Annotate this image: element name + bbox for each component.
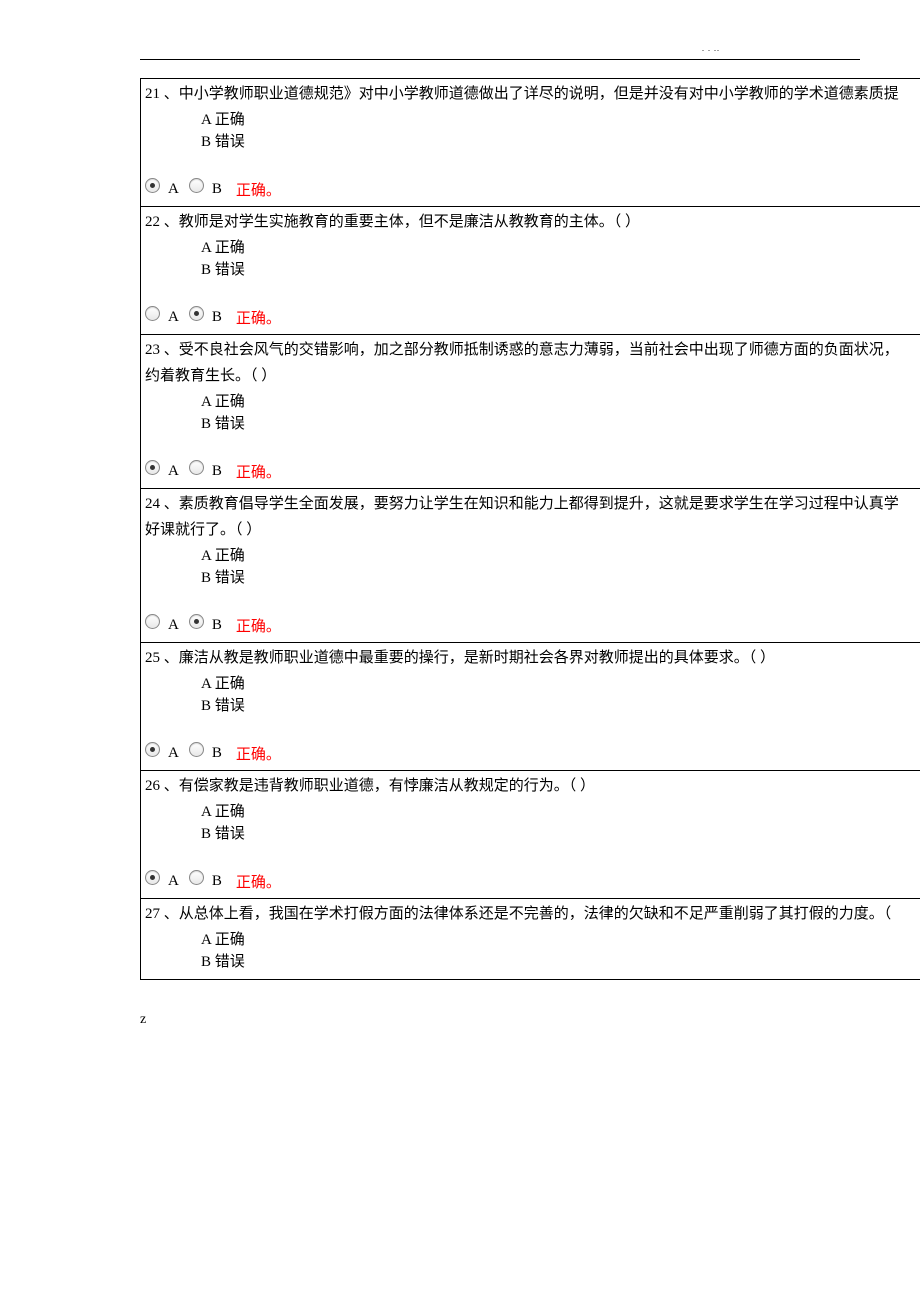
question: 21 、中小学教师职业道德规范》对中小学教师道德做出了详尽的说明，但是并没有对中… — [141, 79, 920, 207]
radio-b[interactable] — [189, 870, 204, 885]
option-b: B 错误 — [201, 131, 916, 153]
header-dots: . . .. — [702, 44, 720, 53]
footer-mark: z — [140, 1012, 920, 1028]
question-list: 21 、中小学教师职业道德规范》对中小学教师道德做出了详尽的说明，但是并没有对中… — [140, 78, 920, 980]
radio-a-label: A — [168, 745, 179, 762]
correct-text: 正确。 — [236, 871, 281, 892]
radio-b[interactable] — [189, 306, 204, 321]
question-stem: 22 、教师是对学生实施教育的重要主体，但不是廉洁从教教育的主体。（ ） — [145, 211, 916, 233]
question: 25 、廉洁从教是教师职业道德中最重要的操行，是新时期社会各界对教师提出的具体要… — [141, 643, 920, 771]
radio-b[interactable] — [189, 178, 204, 193]
question-stem: 26 、有偿家教是违背教师职业道德，有悖廉洁从教规定的行为。（ ） — [145, 775, 916, 797]
radio-a-label: A — [168, 181, 179, 198]
option-b: B 错误 — [201, 951, 916, 973]
correct-text: 正确。 — [236, 461, 281, 482]
question-stem: 25 、廉洁从教是教师职业道德中最重要的操行，是新时期社会各界对教师提出的具体要… — [145, 647, 916, 669]
options: A 正确B 错误 — [201, 109, 916, 153]
header-area: . . .. — [140, 58, 860, 60]
question-stem: 21 、中小学教师职业道德规范》对中小学教师道德做出了详尽的说明，但是并没有对中… — [145, 83, 916, 105]
question-stem: 24 、素质教育倡导学生全面发展，要努力让学生在知识和能力上都得到提升，这就是要… — [145, 493, 916, 515]
radio-b[interactable] — [189, 614, 204, 629]
radio-a[interactable] — [145, 460, 160, 475]
radio-a[interactable] — [145, 614, 160, 629]
radio-a-label: A — [168, 617, 179, 634]
page: . . .. 21 、中小学教师职业道德规范》对中小学教师道德做出了详尽的说明，… — [0, 0, 920, 1088]
option-b: B 错误 — [201, 823, 916, 845]
option-a: A 正确 — [201, 673, 916, 695]
option-a: A 正确 — [201, 545, 916, 567]
option-a: A 正确 — [201, 391, 916, 413]
answer-row: A B 正确。 — [145, 615, 916, 636]
question: 23 、受不良社会风气的交错影响，加之部分教师抵制诱惑的意志力薄弱，当前社会中出… — [141, 335, 920, 489]
radio-a[interactable] — [145, 870, 160, 885]
header-rule — [140, 58, 860, 60]
correct-text: 正确。 — [236, 743, 281, 764]
options: A 正确B 错误 — [201, 801, 916, 845]
question-stem: 23 、受不良社会风气的交错影响，加之部分教师抵制诱惑的意志力薄弱，当前社会中出… — [145, 339, 916, 361]
answer-row: A B 正确。 — [145, 743, 916, 764]
question-stem-cont: 好课就行了。（ ） — [145, 519, 916, 541]
options: A 正确B 错误 — [201, 673, 916, 717]
radio-b-label: B — [212, 745, 222, 762]
radio-b-label: B — [212, 873, 222, 890]
radio-b-label: B — [212, 309, 222, 326]
correct-text: 正确。 — [236, 179, 281, 200]
answer-row: A B 正确。 — [145, 871, 916, 892]
answer-row: A B 正确。 — [145, 461, 916, 482]
options: A 正确B 错误 — [201, 545, 916, 589]
option-b: B 错误 — [201, 259, 916, 281]
option-b: B 错误 — [201, 695, 916, 717]
option-b: B 错误 — [201, 413, 916, 435]
radio-a[interactable] — [145, 178, 160, 193]
radio-b-label: B — [212, 617, 222, 634]
radio-a-label: A — [168, 463, 179, 480]
question: 24 、素质教育倡导学生全面发展，要努力让学生在知识和能力上都得到提升，这就是要… — [141, 489, 920, 643]
question: 22 、教师是对学生实施教育的重要主体，但不是廉洁从教教育的主体。（ ） A 正确… — [141, 207, 920, 335]
correct-text: 正确。 — [236, 615, 281, 636]
option-a: A 正确 — [201, 109, 916, 131]
question: 27 、从总体上看，我国在学术打假方面的法律体系还是不完善的，法律的欠缺和不足严… — [141, 899, 920, 979]
radio-b-label: B — [212, 181, 222, 198]
radio-a[interactable] — [145, 306, 160, 321]
option-a: A 正确 — [201, 237, 916, 259]
radio-b[interactable] — [189, 742, 204, 757]
question-stem: 27 、从总体上看，我国在学术打假方面的法律体系还是不完善的，法律的欠缺和不足严… — [145, 903, 916, 925]
radio-a-label: A — [168, 309, 179, 326]
option-a: A 正确 — [201, 801, 916, 823]
answer-row: A B 正确。 — [145, 307, 916, 328]
radio-a[interactable] — [145, 742, 160, 757]
option-b: B 错误 — [201, 567, 916, 589]
question: 26 、有偿家教是违背教师职业道德，有悖廉洁从教规定的行为。（ ） A 正确B 错… — [141, 771, 920, 899]
radio-a-label: A — [168, 873, 179, 890]
options: A 正确B 错误 — [201, 391, 916, 435]
correct-text: 正确。 — [236, 307, 281, 328]
question-stem-cont: 约着教育生长。（ ） — [145, 365, 916, 387]
options: A 正确B 错误 — [201, 929, 916, 973]
option-a: A 正确 — [201, 929, 916, 951]
options: A 正确B 错误 — [201, 237, 916, 281]
answer-row: A B 正确。 — [145, 179, 916, 200]
radio-b-label: B — [212, 463, 222, 480]
radio-b[interactable] — [189, 460, 204, 475]
